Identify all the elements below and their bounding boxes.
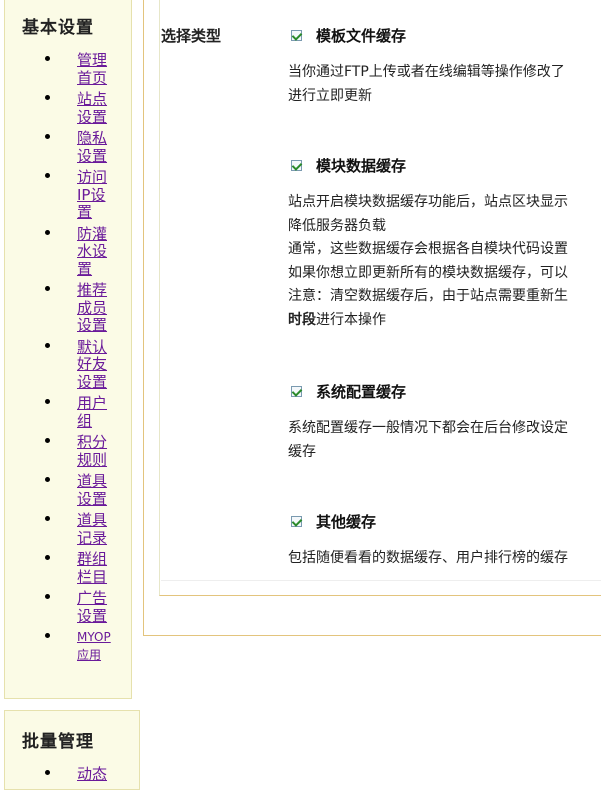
sidebar-menu: 动态 <box>5 752 139 784</box>
desc-line: 降低服务器负载 <box>288 217 386 234</box>
sidebar-item-ip-settings[interactable]: 访问IP设置 <box>77 168 111 222</box>
sidebar-item-feeds[interactable]: 动态 <box>77 765 111 784</box>
desc-line: 通常，这些数据缓存会根据各自模块代码设置 <box>288 241 568 257</box>
sidebar-item-ad-settings[interactable]: 广告设置 <box>77 589 111 625</box>
bullet-icon <box>45 477 50 482</box>
system-config-cache-option: 系统配置缓存 <box>291 381 406 402</box>
bullet-icon <box>45 95 50 100</box>
desc-line: 进行立即更新 <box>288 87 372 104</box>
desc-line: 缓存 <box>288 443 316 460</box>
option-title: 其他缓存 <box>316 513 377 531</box>
list-item: MYOP应用 <box>5 629 131 664</box>
sidebar-item-props-settings[interactable]: 道具设置 <box>77 472 111 508</box>
list-item: 推荐成员设置 <box>5 281 131 335</box>
divider <box>161 580 601 581</box>
sidebar-menu: 管理首页 站点设置 隐私设置 访问IP设置 防灌水设置 推荐成员设置 默认好友设… <box>5 38 131 664</box>
sidebar-section-title: 基本设置 <box>22 18 94 38</box>
list-item: 默认好友设置 <box>5 338 131 392</box>
desc-line: 包括随便看看的数据缓存、用户排行榜的缓存 <box>288 550 568 566</box>
desc-line: 注意：清空数据缓存后，由于站点需要重新生 <box>288 288 568 304</box>
option-title: 系统配置缓存 <box>316 383 407 401</box>
bullet-icon <box>45 134 50 139</box>
sidebar-item-user-groups[interactable]: 用户组 <box>77 394 111 430</box>
desc-line: 时段进行本操作 <box>288 309 601 333</box>
sidebar-item-privacy-settings[interactable]: 隐私设置 <box>77 129 111 165</box>
module-cache-option: 模块数据缓存 <box>291 155 406 176</box>
option-title: 模板文件缓存 <box>316 27 407 45</box>
desc-line: 站点开启模块数据缓存功能后，站点区块显示 <box>288 194 568 210</box>
template-cache-option: 模板文件缓存 <box>291 25 406 46</box>
list-item: 用户组 <box>5 394 131 430</box>
sidebar-item-myop-apps[interactable]: MYOP应用 <box>77 629 111 664</box>
sidebar-item-site-settings[interactable]: 站点设置 <box>77 90 111 126</box>
bullet-icon <box>45 229 50 235</box>
list-item: 广告设置 <box>5 589 131 625</box>
option-description: 当你通过FTP上传或者在线编辑等操作修改了 进行立即更新 <box>288 61 601 108</box>
other-cache-checkbox[interactable] <box>291 516 302 527</box>
list-item: 隐私设置 <box>5 129 131 165</box>
bullet-icon <box>45 555 50 560</box>
option-description: 包括随便看看的数据缓存、用户排行榜的缓存 <box>288 547 601 571</box>
sidebar-section-title: 批量管理 <box>22 732 94 752</box>
bullet-icon <box>45 438 50 443</box>
sidebar-batch-management: 批量管理 动态 <box>4 710 140 790</box>
sidebar-item-recommended-members[interactable]: 推荐成员设置 <box>77 281 111 335</box>
option-description: 系统配置缓存一般情况下都会在后台修改设定 缓存 <box>288 417 601 464</box>
select-type-label: 选择类型 <box>161 27 222 45</box>
system-config-cache-checkbox[interactable] <box>291 386 302 397</box>
sidebar-item-props-records[interactable]: 道具记录 <box>77 511 111 547</box>
option-description: 站点开启模块数据缓存功能后，站点区块显示 降低服务器负载 通常，这些数据缓存会根… <box>288 191 601 332</box>
desc-bold: 时段 <box>288 311 316 328</box>
desc-tail: 进行本操作 <box>316 311 386 328</box>
sidebar-item-default-friends[interactable]: 默认好友设置 <box>77 338 111 392</box>
bullet-icon <box>45 770 50 775</box>
desc-line: 系统配置缓存一般情况下都会在后台修改设定 <box>288 420 568 436</box>
bullet-icon <box>45 594 50 599</box>
sidebar-item-antispam-settings[interactable]: 防灌水设置 <box>77 225 111 279</box>
list-item: 管理首页 <box>5 51 131 87</box>
list-item: 访问IP设置 <box>5 168 131 222</box>
bullet-icon <box>45 173 50 178</box>
desc-line: 如果你想立即更新所有的模块数据缓存，可以 <box>288 264 568 281</box>
sidebar-item-group-columns[interactable]: 群组栏目 <box>77 550 111 586</box>
list-item: 道具设置 <box>5 472 131 508</box>
bullet-icon <box>45 516 50 521</box>
list-item: 积分规则 <box>5 433 131 469</box>
list-item: 群组栏目 <box>5 550 131 586</box>
module-cache-checkbox[interactable] <box>291 160 302 171</box>
bullet-icon <box>45 399 50 404</box>
list-item: 动态 <box>5 765 139 784</box>
sidebar-item-credit-rules[interactable]: 积分规则 <box>77 433 111 469</box>
bullet-icon <box>45 56 50 61</box>
template-cache-checkbox[interactable] <box>291 30 302 41</box>
list-item: 防灌水设置 <box>5 225 131 279</box>
list-item: 道具记录 <box>5 511 131 547</box>
option-title: 模块数据缓存 <box>316 157 407 175</box>
sidebar-basic-settings: 基本设置 管理首页 站点设置 隐私设置 访问IP设置 防灌水设置 推荐成员设置 … <box>4 0 132 699</box>
desc-line: 当你通过FTP上传或者在线编辑等操作修改了 <box>288 64 565 80</box>
bullet-icon <box>45 342 50 348</box>
bullet-icon <box>45 286 50 291</box>
other-cache-option: 其他缓存 <box>291 511 376 532</box>
sidebar-item-admin-home[interactable]: 管理首页 <box>77 51 111 87</box>
bullet-icon <box>45 633 50 638</box>
list-item: 站点设置 <box>5 90 131 126</box>
